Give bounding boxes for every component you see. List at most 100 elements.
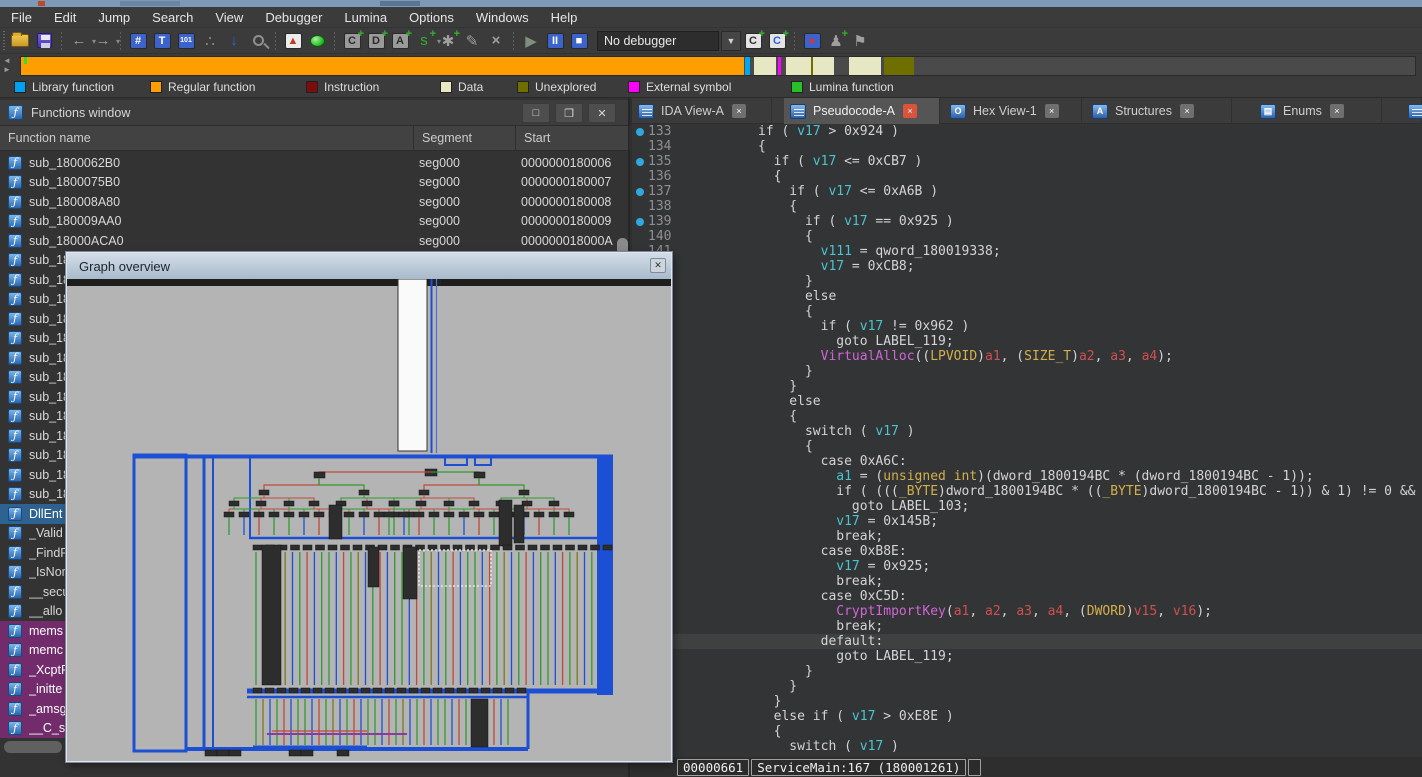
table-row[interactable]: ƒsub_180009AA0seg0000000000180009 — [0, 212, 628, 232]
code-line[interactable]: 174 switch ( v17 ) — [632, 739, 1422, 754]
table-row[interactable]: ƒsub_180008A80seg0000000000180008 — [0, 192, 628, 212]
code-line[interactable]: 161 case 0xB8E: — [632, 544, 1422, 559]
code-line[interactable]: 166 break; — [632, 619, 1422, 634]
code-line[interactable]: 140 { — [632, 229, 1422, 244]
make-string-icon[interactable]: s+▾ — [413, 30, 435, 52]
make-name-icon[interactable]: A+ — [389, 30, 411, 52]
open-file-icon[interactable] — [9, 30, 31, 52]
jump-down-icon[interactable]: ↓ — [223, 30, 245, 52]
code-line[interactable]: 171 } — [632, 694, 1422, 709]
menu-view[interactable]: View — [204, 8, 254, 27]
code-line[interactable]: 149 } — [632, 364, 1422, 379]
tab-structures[interactable]: AStructures× — [1086, 98, 1232, 124]
code-line[interactable]: 154 { — [632, 439, 1422, 454]
debugger-select-chevron[interactable]: ▼ — [721, 31, 741, 51]
menu-file[interactable]: File — [0, 8, 43, 27]
tab-pseudocode-a[interactable]: Pseudocode-A× — [784, 98, 940, 124]
code-line[interactable]: 168 goto LABEL_119; — [632, 649, 1422, 664]
make-array-icon[interactable]: ✱+ — [437, 30, 459, 52]
pseudocode-view[interactable]: 133if ( v17 > 0x924 )134{135 if ( v17 <=… — [632, 124, 1422, 756]
code-line[interactable]: 159 v17 = 0x145B; — [632, 514, 1422, 529]
code-line[interactable]: 150 } — [632, 379, 1422, 394]
menu-debugger[interactable]: Debugger — [254, 8, 333, 27]
tab-enums[interactable]: ▤Enums× — [1254, 98, 1382, 124]
debug-pause-icon[interactable]: II — [544, 30, 566, 52]
menu-search[interactable]: Search — [141, 8, 204, 27]
trace-icon[interactable]: ∴ — [199, 30, 221, 52]
menu-edit[interactable]: Edit — [43, 8, 87, 27]
functions-horizontal-scrollbar[interactable] — [4, 741, 62, 753]
debug-stop-icon[interactable]: ■ — [568, 30, 590, 52]
breakpoint-dot[interactable] — [636, 158, 644, 166]
debugger-select[interactable]: No debugger — [597, 31, 719, 51]
code-line[interactable]: 172 else if ( v17 > 0xE8E ) — [632, 709, 1422, 724]
code-line[interactable]: 157 if ( (((_BYTE)dword_1800194BC * ((_B… — [632, 484, 1422, 499]
code-line[interactable]: 173 { — [632, 724, 1422, 739]
code-line[interactable]: 133if ( v17 > 0x924 ) — [632, 124, 1422, 139]
code-line[interactable]: 145 { — [632, 304, 1422, 319]
table-row[interactable]: ƒsub_1800062B0seg0000000000180006 — [0, 153, 628, 173]
forward-icon[interactable]: →▾ — [92, 30, 114, 52]
save-file-icon[interactable] — [33, 30, 55, 52]
breakpoint-dot[interactable] — [636, 188, 644, 196]
search-icon[interactable] — [247, 30, 269, 52]
code-line[interactable]: 167 default: — [632, 634, 1422, 649]
undefine-icon[interactable]: × — [485, 30, 507, 52]
menu-windows[interactable]: Windows — [465, 8, 540, 27]
tab-partial[interactable] — [1402, 98, 1422, 124]
graph-overview-titlebar[interactable]: Graph overview — [67, 253, 671, 279]
menu-jump[interactable]: Jump — [87, 8, 141, 27]
lumina-status-icon[interactable] — [306, 30, 328, 52]
column-header-function-name[interactable]: Function name — [0, 126, 414, 151]
tab-ida-view-a[interactable]: IDA View-A× — [632, 98, 772, 124]
code-line[interactable]: 153 switch ( v17 ) — [632, 424, 1422, 439]
menu-lumina[interactable]: Lumina — [333, 8, 398, 27]
code-line[interactable]: 147 goto LABEL_119; — [632, 334, 1422, 349]
code-line[interactable]: 148 VirtualAlloc((LPVOID)a1, (SIZE_T)a2,… — [632, 349, 1422, 364]
code-line[interactable]: 155 case 0xA6C: — [632, 454, 1422, 469]
back-icon[interactable]: ←▾ — [68, 30, 90, 52]
code-line[interactable]: 135 if ( v17 <= 0xCB7 ) — [632, 154, 1422, 169]
close-button[interactable]: ✕ — [588, 103, 616, 123]
edit-icon[interactable]: ✎ — [461, 30, 483, 52]
menu-options[interactable]: Options — [398, 8, 465, 27]
code-line[interactable]: 169 } — [632, 664, 1422, 679]
code-line[interactable]: 137 if ( v17 <= 0xA6B ) — [632, 184, 1422, 199]
table-row[interactable]: ƒsub_1800075B0seg0000000000180007 — [0, 173, 628, 193]
jump-binary-icon[interactable]: 101 — [175, 30, 197, 52]
code-line[interactable]: 165 CryptImportKey(a1, a2, a3, a4, (DWOR… — [632, 604, 1422, 619]
add-watch-icon[interactable]: ♟+ — [825, 30, 847, 52]
problems-icon[interactable]: ▲ — [282, 30, 304, 52]
make-code-icon[interactable]: C+ — [341, 30, 363, 52]
graph-overview-canvas[interactable] — [67, 279, 671, 761]
close-icon[interactable]: × — [903, 104, 917, 118]
breakpoint-dot[interactable] — [636, 128, 644, 136]
code-line[interactable]: 163 break; — [632, 574, 1422, 589]
code-line[interactable]: 144 else — [632, 289, 1422, 304]
close-icon[interactable]: ✕ — [650, 258, 666, 273]
tab-hex-view-1[interactable]: OHex View-1× — [944, 98, 1082, 124]
column-header-segment[interactable]: Segment — [414, 126, 516, 151]
code-line[interactable]: 146 if ( v17 != 0x962 ) — [632, 319, 1422, 334]
code-line[interactable]: 158 goto LABEL_103; — [632, 499, 1422, 514]
code-line[interactable]: 142 v17 = 0xCB8; — [632, 259, 1422, 274]
breakpoint-list-icon[interactable]: ● — [801, 30, 823, 52]
jump-name-icon[interactable]: T — [151, 30, 173, 52]
make-data-icon[interactable]: D+ — [365, 30, 387, 52]
code-line[interactable]: 136 { — [632, 169, 1422, 184]
code-line[interactable]: 156 a1 = (unsigned int)(dword_1800194BC … — [632, 469, 1422, 484]
debug-start-icon[interactable]: ▶ — [520, 30, 542, 52]
attach-process-icon[interactable]: C+ — [742, 30, 764, 52]
graph-overview-window[interactable]: Graph overview ✕ — [66, 252, 672, 762]
table-row[interactable]: ƒsub_18000ACA0seg000000000018000A — [0, 231, 628, 251]
close-icon[interactable]: × — [1180, 104, 1194, 118]
close-icon[interactable]: × — [732, 104, 746, 118]
code-line[interactable]: 162 v17 = 0x925; — [632, 559, 1422, 574]
code-line[interactable]: 134{ — [632, 139, 1422, 154]
maximize-button[interactable]: □ — [522, 103, 550, 123]
code-line[interactable]: 152 { — [632, 409, 1422, 424]
code-line[interactable]: 160 break; — [632, 529, 1422, 544]
breakpoint-dot[interactable] — [636, 218, 644, 226]
float-button[interactable]: ❐ — [555, 103, 583, 123]
code-line[interactable]: 164 case 0xC5D: — [632, 589, 1422, 604]
